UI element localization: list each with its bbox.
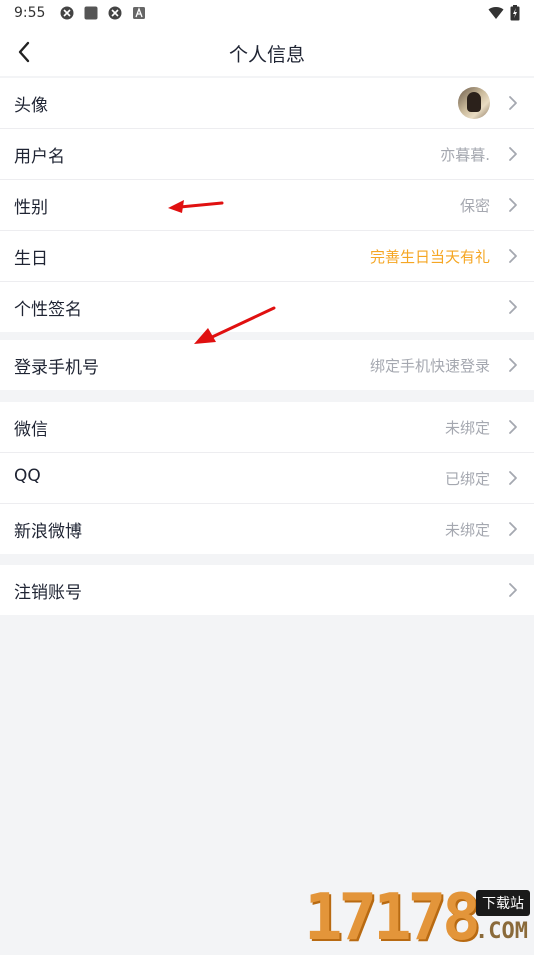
row-value: 完善生日当天有礼	[369, 248, 490, 266]
wifi-icon	[488, 7, 504, 20]
row-delete-account[interactable]: 注销账号	[0, 565, 534, 615]
avatar	[458, 87, 490, 119]
row-qq[interactable]: QQ 已绑定	[0, 453, 534, 504]
row-gender[interactable]: 性别 保密	[0, 180, 534, 231]
profile-section: 头像 用户名 亦暮暮. 性别 保密 生日 完善生日当天有礼 个性签名	[0, 78, 534, 332]
row-label: 生日	[14, 249, 48, 269]
row-avatar[interactable]: 头像	[0, 78, 534, 129]
row-value: 未绑定	[444, 419, 490, 437]
row-value: 亦暮暮.	[440, 146, 490, 164]
app-notification-icon	[108, 6, 122, 20]
row-value: 未绑定	[444, 521, 490, 539]
chevron-right-icon	[509, 300, 517, 314]
row-label: 用户名	[14, 147, 65, 167]
chevron-right-icon	[509, 522, 517, 536]
chevron-right-icon	[509, 96, 517, 110]
watermark-tag: 下载站	[476, 890, 530, 916]
row-birthday[interactable]: 生日 完善生日当天有礼	[0, 231, 534, 282]
row-label: 微信	[14, 420, 48, 440]
row-value: 绑定手机快速登录	[369, 357, 490, 375]
row-label: 个性签名	[14, 300, 82, 320]
row-label: 头像	[14, 96, 48, 116]
row-label: 登录手机号	[14, 358, 99, 378]
row-signature[interactable]: 个性签名	[0, 282, 534, 332]
account-section: 注销账号	[0, 565, 534, 615]
navigation-bar: 个人信息	[0, 28, 534, 76]
status-bar: 9:55	[0, 0, 534, 28]
social-section: 微信 未绑定 QQ 已绑定 新浪微博 未绑定	[0, 402, 534, 554]
row-label: QQ	[14, 466, 41, 486]
app-notification-icon	[60, 6, 74, 20]
row-wechat[interactable]: 微信 未绑定	[0, 402, 534, 453]
chevron-right-icon	[509, 420, 517, 434]
chevron-right-icon	[509, 583, 517, 597]
row-label: 注销账号	[14, 583, 82, 603]
row-username[interactable]: 用户名 亦暮暮.	[0, 129, 534, 180]
phone-section: 登录手机号 绑定手机快速登录	[0, 340, 534, 390]
row-label: 新浪微博	[14, 522, 82, 542]
page-title: 个人信息	[228, 44, 305, 66]
status-time: 9:55	[14, 5, 46, 21]
row-weibo[interactable]: 新浪微博 未绑定	[0, 504, 534, 554]
watermark-suffix: .COM	[475, 919, 528, 944]
app-notification-icon	[133, 7, 145, 19]
watermark-logo: 17178 下载站 .COM	[304, 886, 534, 950]
row-label: 性别	[14, 198, 48, 218]
battery-icon	[510, 5, 520, 21]
chevron-right-icon	[509, 198, 517, 212]
chevron-right-icon	[509, 358, 517, 372]
chevron-right-icon	[509, 249, 517, 263]
chevron-right-icon	[509, 147, 517, 161]
app-notification-icon	[84, 6, 98, 20]
row-value: 保密	[459, 197, 490, 215]
row-login-phone[interactable]: 登录手机号 绑定手机快速登录	[0, 340, 534, 390]
row-value: 已绑定	[444, 470, 490, 488]
watermark-number: 17178	[304, 881, 481, 955]
chevron-right-icon	[509, 471, 517, 485]
